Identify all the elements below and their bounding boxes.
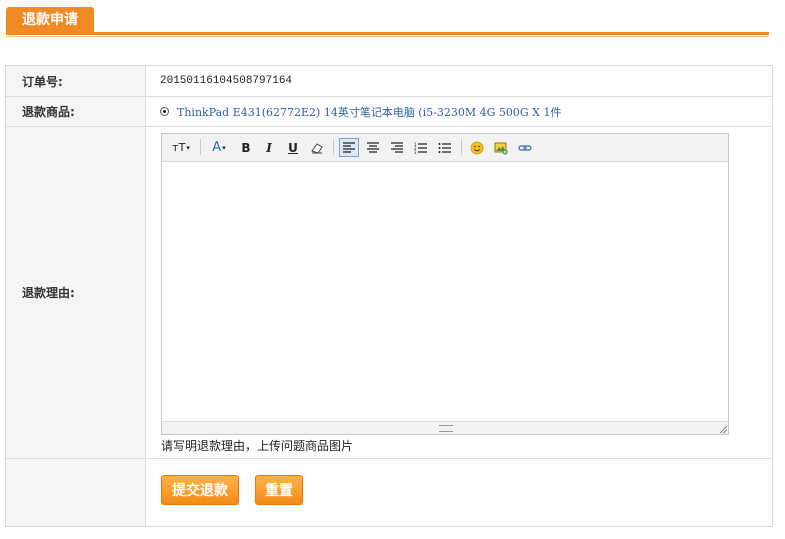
product-link[interactable]: ThinkPad E431(62772E2) 14英寸笔记本电脑 (i5-323… [177,104,561,120]
toolbar-separator [333,139,334,155]
insert-link-button[interactable] [515,138,535,157]
svg-text:3: 3 [414,150,417,155]
unordered-list-button[interactable] [435,138,455,157]
underline-button[interactable]: U [283,138,303,157]
editor-content-area[interactable] [162,161,728,422]
page-header: 退款申请 [6,7,769,37]
editor-toolbar: тT ▾ A ▾ B I U 1 2 3 [162,134,728,162]
resize-grip-icon [439,425,453,432]
bold-icon: B [241,140,251,155]
align-left-button[interactable] [339,138,359,157]
clear-format-button[interactable] [307,138,327,157]
page-title: 退款申请 [6,7,94,32]
underline-icon: U [288,140,298,155]
align-center-icon [367,141,379,153]
product-radio[interactable] [160,107,169,116]
resize-corner-icon[interactable] [720,426,727,433]
font-color-button[interactable]: A ▾ [206,138,232,157]
eraser-icon [311,142,323,154]
bold-button[interactable]: B [236,138,256,157]
ordered-list-icon: 1 2 3 [414,142,427,155]
italic-button[interactable]: I [259,138,279,157]
reset-button[interactable]: 重置 [255,475,303,505]
submit-refund-button[interactable]: 提交退款 [161,475,239,505]
font-size-button[interactable]: тT ▾ [168,138,194,157]
align-right-button[interactable] [387,138,407,157]
toolbar-separator [461,139,462,155]
insert-image-button[interactable] [491,138,511,157]
product-label: 退款商品: [6,97,146,126]
smiley-icon [470,141,484,154]
actions-label-cell [6,459,146,526]
header-divider [6,32,769,35]
order-number: 20150116104508797164 [160,75,293,87]
link-icon [518,144,532,151]
ordered-list-button[interactable]: 1 2 3 [411,138,431,157]
emoticon-button[interactable] [467,138,487,157]
image-icon [494,142,508,154]
order-label: 订单号: [6,66,146,96]
reason-label: 退款理由: [6,127,146,458]
header-divider-light [6,36,769,37]
font-size-icon: тT [172,141,186,154]
refund-form: 订单号: 20150116104508797164 退款商品: ThinkPad… [5,65,773,527]
rich-text-editor: тT ▾ A ▾ B I U 1 2 3 [161,133,729,435]
align-left-icon [343,141,355,153]
reason-row: 退款理由: тT ▾ A ▾ B I U 1 2 3 请写明退款理由，上传问题商… [6,127,772,459]
actions-row: 提交退款 重置 [6,459,772,526]
editor-resize-bar[interactable] [162,421,728,434]
align-center-button[interactable] [363,138,383,157]
product-row: 退款商品: ThinkPad E431(62772E2) 14英寸笔记本电脑 (… [6,97,772,127]
align-right-icon [391,141,403,153]
font-color-icon: A [212,140,222,155]
italic-icon: I [266,140,272,155]
order-row: 订单号: 20150116104508797164 [6,66,772,97]
unordered-list-icon [438,142,451,153]
reason-hint: 请写明退款理由，上传问题商品图片 [161,439,354,453]
toolbar-separator [200,139,201,155]
